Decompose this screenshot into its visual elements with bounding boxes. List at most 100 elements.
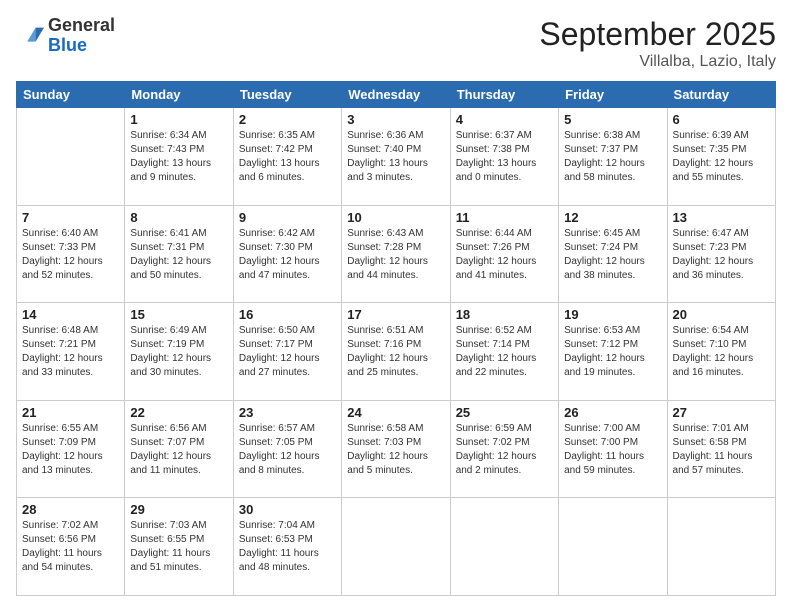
table-cell: 23 Sunrise: 6:57 AMSunset: 7:05 PMDayligh…	[233, 400, 341, 498]
day-number: 13	[673, 210, 770, 225]
day-number: 27	[673, 405, 770, 420]
day-number: 11	[456, 210, 553, 225]
day-number: 28	[22, 502, 119, 517]
table-cell	[17, 108, 125, 206]
table-cell: 28Sunrise: 7:02 AMSunset: 6:56 PMDayligh…	[17, 498, 125, 596]
col-thursday: Thursday	[450, 82, 558, 108]
day-number: 22	[130, 405, 227, 420]
day-number: 29	[130, 502, 227, 517]
day-info: Sunrise: 7:00 AMSunset: 7:00 PMDaylight:…	[564, 422, 661, 478]
day-info: Sunrise: 6:43 AMSunset: 7:28 PMDaylight:…	[347, 227, 444, 283]
day-info: Sunrise: 6:39 AMSunset: 7:35 PMDaylight:…	[673, 129, 770, 185]
day-info: Sunrise: 6:48 AMSunset: 7:21 PMDaylight:…	[22, 324, 119, 380]
col-wednesday: Wednesday	[342, 82, 450, 108]
table-cell: 5Sunrise: 6:38 AMSunset: 7:37 PMDaylight…	[559, 108, 667, 206]
table-cell: 3Sunrise: 6:36 AMSunset: 7:40 PMDaylight…	[342, 108, 450, 206]
table-cell: 11 Sunrise: 6:44 AMSunset: 7:26 PMDayligh…	[450, 205, 558, 303]
day-info: Sunrise: 6:47 AMSunset: 7:23 PMDaylight:…	[673, 227, 770, 283]
day-info: Sunrise: 6:45 AMSunset: 7:24 PMDaylight:…	[564, 227, 661, 283]
day-info: Sunrise: 6:59 AMSunset: 7:02 PMDaylight:…	[456, 422, 553, 478]
day-number: 14	[22, 307, 119, 322]
day-number: 15	[130, 307, 227, 322]
table-cell: 2Sunrise: 6:35 AMSunset: 7:42 PMDaylight…	[233, 108, 341, 206]
day-info: Sunrise: 6:58 AMSunset: 7:03 PMDaylight:…	[347, 422, 444, 478]
table-cell: 25 Sunrise: 6:59 AMSunset: 7:02 PMDayligh…	[450, 400, 558, 498]
col-sunday: Sunday	[17, 82, 125, 108]
day-number: 8	[130, 210, 227, 225]
header: General Blue September 2025 Villalba, La…	[16, 16, 776, 71]
table-cell: 7 Sunrise: 6:40 AMSunset: 7:33 PMDaylight…	[17, 205, 125, 303]
logo-icon	[16, 22, 44, 50]
col-friday: Friday	[559, 82, 667, 108]
day-number: 16	[239, 307, 336, 322]
table-cell	[342, 498, 450, 596]
table-cell: 29 Sunrise: 7:03 AMSunset: 6:55 PMDayligh…	[125, 498, 233, 596]
table-cell: 14 Sunrise: 6:48 AMSunset: 7:21 PMDayligh…	[17, 303, 125, 401]
day-number: 21	[22, 405, 119, 420]
table-cell: 16 Sunrise: 6:50 AMSunset: 7:17 PMDayligh…	[233, 303, 341, 401]
table-cell: 6 Sunrise: 6:39 AMSunset: 7:35 PMDaylight…	[667, 108, 775, 206]
day-info: Sunrise: 6:41 AMSunset: 7:31 PMDaylight:…	[130, 227, 227, 283]
calendar-table: Sunday Monday Tuesday Wednesday Thursday…	[16, 81, 776, 596]
day-number: 23	[239, 405, 336, 420]
day-info: Sunrise: 7:01 AMSunset: 6:58 PMDaylight:…	[673, 422, 770, 478]
day-number: 19	[564, 307, 661, 322]
page: General Blue September 2025 Villalba, La…	[0, 0, 792, 612]
day-info: Sunrise: 6:44 AMSunset: 7:26 PMDaylight:…	[456, 227, 553, 283]
day-number: 5	[564, 112, 661, 127]
table-cell: 4 Sunrise: 6:37 AMSunset: 7:38 PMDaylight…	[450, 108, 558, 206]
table-cell: 18 Sunrise: 6:52 AMSunset: 7:14 PMDayligh…	[450, 303, 558, 401]
table-cell: 21 Sunrise: 6:55 AMSunset: 7:09 PMDayligh…	[17, 400, 125, 498]
day-info: Sunrise: 7:04 AMSunset: 6:53 PMDaylight:…	[239, 519, 336, 575]
table-cell: 1Sunrise: 6:34 AMSunset: 7:43 PMDaylight…	[125, 108, 233, 206]
day-number: 24	[347, 405, 444, 420]
day-number: 7	[22, 210, 119, 225]
calendar-week-row: 7 Sunrise: 6:40 AMSunset: 7:33 PMDaylight…	[17, 205, 776, 303]
day-info: Sunrise: 6:53 AMSunset: 7:12 PMDaylight:…	[564, 324, 661, 380]
day-number: 6	[673, 112, 770, 127]
calendar-week-row: 28Sunrise: 7:02 AMSunset: 6:56 PMDayligh…	[17, 498, 776, 596]
day-info: Sunrise: 6:54 AMSunset: 7:10 PMDaylight:…	[673, 324, 770, 380]
logo: General Blue	[16, 16, 115, 56]
day-info: Sunrise: 6:37 AMSunset: 7:38 PMDaylight:…	[456, 129, 553, 185]
day-number: 30	[239, 502, 336, 517]
col-saturday: Saturday	[667, 82, 775, 108]
table-cell: 22 Sunrise: 6:56 AMSunset: 7:07 PMDayligh…	[125, 400, 233, 498]
col-monday: Monday	[125, 82, 233, 108]
table-cell: 17Sunrise: 6:51 AMSunset: 7:16 PMDayligh…	[342, 303, 450, 401]
day-info: Sunrise: 6:51 AMSunset: 7:16 PMDaylight:…	[347, 324, 444, 380]
calendar-week-row: 21 Sunrise: 6:55 AMSunset: 7:09 PMDayligh…	[17, 400, 776, 498]
day-info: Sunrise: 6:36 AMSunset: 7:40 PMDaylight:…	[347, 129, 444, 185]
day-number: 9	[239, 210, 336, 225]
table-cell	[450, 498, 558, 596]
day-info: Sunrise: 7:03 AMSunset: 6:55 PMDaylight:…	[130, 519, 227, 575]
day-number: 18	[456, 307, 553, 322]
day-info: Sunrise: 6:56 AMSunset: 7:07 PMDaylight:…	[130, 422, 227, 478]
day-number: 4	[456, 112, 553, 127]
col-tuesday: Tuesday	[233, 82, 341, 108]
day-info: Sunrise: 6:35 AMSunset: 7:42 PMDaylight:…	[239, 129, 336, 185]
day-number: 1	[130, 112, 227, 127]
day-number: 20	[673, 307, 770, 322]
table-cell: 26Sunrise: 7:00 AMSunset: 7:00 PMDayligh…	[559, 400, 667, 498]
table-cell: 20 Sunrise: 6:54 AMSunset: 7:10 PMDayligh…	[667, 303, 775, 401]
logo-blue: Blue	[48, 35, 87, 55]
calendar-week-row: 1Sunrise: 6:34 AMSunset: 7:43 PMDaylight…	[17, 108, 776, 206]
day-info: Sunrise: 6:55 AMSunset: 7:09 PMDaylight:…	[22, 422, 119, 478]
table-cell: 19 Sunrise: 6:53 AMSunset: 7:12 PMDayligh…	[559, 303, 667, 401]
logo-general: General	[48, 15, 115, 35]
table-cell: 8 Sunrise: 6:41 AMSunset: 7:31 PMDaylight…	[125, 205, 233, 303]
day-info: Sunrise: 6:52 AMSunset: 7:14 PMDaylight:…	[456, 324, 553, 380]
table-cell: 12Sunrise: 6:45 AMSunset: 7:24 PMDayligh…	[559, 205, 667, 303]
table-cell: 13 Sunrise: 6:47 AMSunset: 7:23 PMDayligh…	[667, 205, 775, 303]
day-info: Sunrise: 6:50 AMSunset: 7:17 PMDaylight:…	[239, 324, 336, 380]
day-info: Sunrise: 6:57 AMSunset: 7:05 PMDaylight:…	[239, 422, 336, 478]
day-info: Sunrise: 6:40 AMSunset: 7:33 PMDaylight:…	[22, 227, 119, 283]
day-info: Sunrise: 6:42 AMSunset: 7:30 PMDaylight:…	[239, 227, 336, 283]
day-number: 25	[456, 405, 553, 420]
table-cell	[667, 498, 775, 596]
day-info: Sunrise: 6:49 AMSunset: 7:19 PMDaylight:…	[130, 324, 227, 380]
table-cell	[559, 498, 667, 596]
table-cell: 15 Sunrise: 6:49 AMSunset: 7:19 PMDayligh…	[125, 303, 233, 401]
logo-text: General Blue	[48, 16, 115, 56]
